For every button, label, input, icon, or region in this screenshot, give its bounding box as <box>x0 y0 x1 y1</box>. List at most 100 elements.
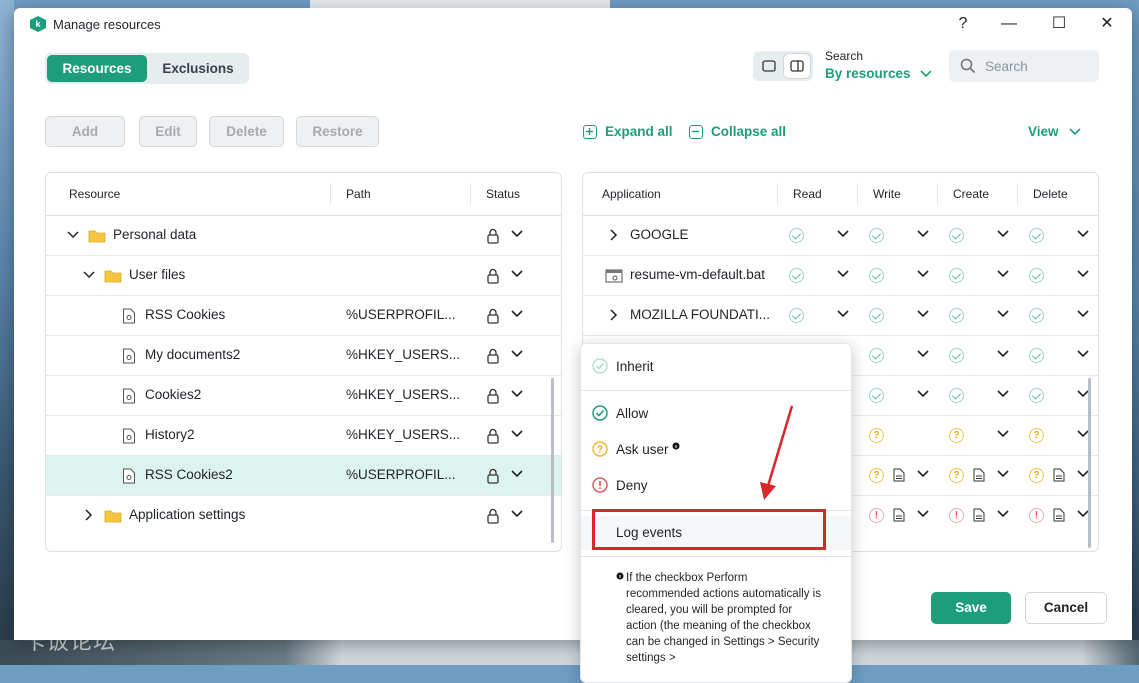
deny-status-icon <box>949 508 964 523</box>
chevron-down-icon <box>997 310 1009 318</box>
collapse-all-icon <box>689 124 703 139</box>
inherit-status-icon <box>949 388 964 403</box>
menu-item-inherit[interactable]: Inherit <box>581 350 851 384</box>
chevron-down-icon <box>997 470 1009 478</box>
search-mode-label: Search <box>825 49 864 63</box>
file-icon <box>123 428 135 444</box>
ask-user-status-icon <box>949 428 964 443</box>
column-path[interactable]: Path <box>346 187 371 201</box>
chevron-right-icon <box>85 509 93 521</box>
chevron-down-icon <box>1077 270 1089 278</box>
chevron-down-icon <box>997 350 1009 358</box>
table-row[interactable]: Application settings <box>46 496 561 536</box>
ask-user-status-icon <box>1029 468 1044 483</box>
lock-icon <box>487 428 499 444</box>
menu-item-deny[interactable]: Deny <box>581 469 851 503</box>
table-row[interactable]: My documents2 %HKEY_USERS... <box>46 336 561 376</box>
chevron-down-icon <box>511 390 523 398</box>
resources-scrollbar[interactable] <box>551 378 554 543</box>
chevron-down-icon <box>997 270 1009 278</box>
table-row-selected[interactable]: RSS Cookies2 %USERPROFIL... <box>46 456 561 496</box>
applications-scrollbar[interactable] <box>1088 378 1091 548</box>
permission-dropdown-menu: Inherit Allow ? Ask user Deny Log events… <box>580 343 852 683</box>
table-row[interactable]: User files <box>46 256 561 296</box>
deny-status-icon <box>869 508 884 523</box>
lock-icon <box>487 268 499 284</box>
chevron-down-icon <box>511 510 523 518</box>
single-pane-view-button[interactable] <box>756 54 782 78</box>
restore-button[interactable]: Restore <box>296 116 379 147</box>
maximize-button[interactable]: ☐ <box>1045 12 1073 36</box>
chevron-down-icon <box>837 270 849 278</box>
tab-switcher: Resources Exclusions <box>45 53 249 84</box>
single-pane-icon <box>762 60 776 72</box>
manage-resources-window: k Manage resources ? — ☐ ✕ Resources Exc… <box>14 8 1132 683</box>
column-write[interactable]: Write <box>873 187 901 201</box>
tab-resources[interactable]: Resources <box>47 55 147 82</box>
resource-name: Application settings <box>129 507 246 522</box>
view-label: View <box>1028 124 1059 139</box>
chevron-down-icon <box>920 70 932 78</box>
cancel-button[interactable]: Cancel <box>1025 592 1107 624</box>
collapse-all-button[interactable]: Collapse all <box>689 124 786 139</box>
expand-all-button[interactable]: Expand all <box>583 124 673 139</box>
table-row[interactable]: Personal data <box>46 216 561 256</box>
search-mode-dropdown[interactable]: By resources <box>825 66 932 81</box>
inherit-status-icon <box>869 228 884 243</box>
collapse-all-label: Collapse all <box>711 124 787 139</box>
file-icon <box>123 348 135 364</box>
allow-icon <box>592 405 608 421</box>
column-application[interactable]: Application <box>602 187 661 201</box>
save-button[interactable]: Save <box>931 592 1011 624</box>
table-row[interactable]: History2 %HKEY_USERS... <box>46 416 561 456</box>
layout-toggle <box>753 51 813 81</box>
chevron-down-icon <box>1077 350 1089 358</box>
log-file-icon <box>973 468 985 482</box>
column-delete[interactable]: Delete <box>1033 187 1068 201</box>
column-status[interactable]: Status <box>486 187 520 201</box>
inherit-status-icon <box>1029 348 1044 363</box>
inherit-status-icon <box>949 268 964 283</box>
delete-button[interactable]: Delete <box>209 116 284 147</box>
menu-note: If the checkbox Perform recommended acti… <box>626 572 821 664</box>
column-read[interactable]: Read <box>793 187 822 201</box>
edit-button[interactable]: Edit <box>139 116 197 147</box>
table-row[interactable]: GOOGLE <box>583 216 1098 256</box>
title-bar: k Manage resources ? — ☐ ✕ <box>14 8 1132 40</box>
menu-item-ask-user[interactable]: ? Ask user <box>581 433 851 467</box>
column-create[interactable]: Create <box>953 187 989 201</box>
table-row[interactable]: resume-vm-default.bat <box>583 256 1098 296</box>
chevron-down-icon <box>67 231 79 239</box>
log-file-icon <box>973 508 985 522</box>
close-button[interactable]: ✕ <box>1093 12 1121 36</box>
tab-exclusions[interactable]: Exclusions <box>149 55 247 82</box>
lock-icon <box>487 308 499 324</box>
search-input[interactable] <box>983 50 1093 82</box>
resource-name: RSS Cookies <box>145 307 226 322</box>
resource-name: Personal data <box>113 227 197 242</box>
folder-icon <box>104 510 122 523</box>
menu-item-log-events[interactable]: Log events <box>581 516 851 550</box>
column-resource[interactable]: Resource <box>69 187 120 201</box>
resource-name: RSS Cookies2 <box>145 467 233 482</box>
split-pane-view-button[interactable] <box>784 54 810 78</box>
chevron-down-icon <box>511 350 523 358</box>
help-button[interactable]: ? <box>949 12 977 36</box>
chevron-down-icon <box>917 390 929 398</box>
chevron-down-icon <box>917 510 929 518</box>
chevron-down-icon <box>837 230 849 238</box>
ask-user-status-icon <box>869 428 884 443</box>
kaspersky-logo-icon: k <box>30 16 46 32</box>
table-row[interactable]: MOZILLA FOUNDATI... <box>583 296 1098 336</box>
inherit-status-icon <box>1029 388 1044 403</box>
chevron-down-icon <box>997 230 1009 238</box>
inherit-icon <box>592 358 608 374</box>
menu-item-label: Inherit <box>616 359 654 374</box>
table-row[interactable]: Cookies2 %HKEY_USERS... <box>46 376 561 416</box>
table-row[interactable]: RSS Cookies %USERPROFIL... <box>46 296 561 336</box>
view-dropdown[interactable]: View <box>1028 124 1081 139</box>
menu-item-label: Allow <box>616 406 649 421</box>
add-button[interactable]: Add <box>45 116 125 147</box>
minimize-button[interactable]: — <box>995 12 1023 36</box>
menu-item-allow[interactable]: Allow <box>581 397 851 431</box>
